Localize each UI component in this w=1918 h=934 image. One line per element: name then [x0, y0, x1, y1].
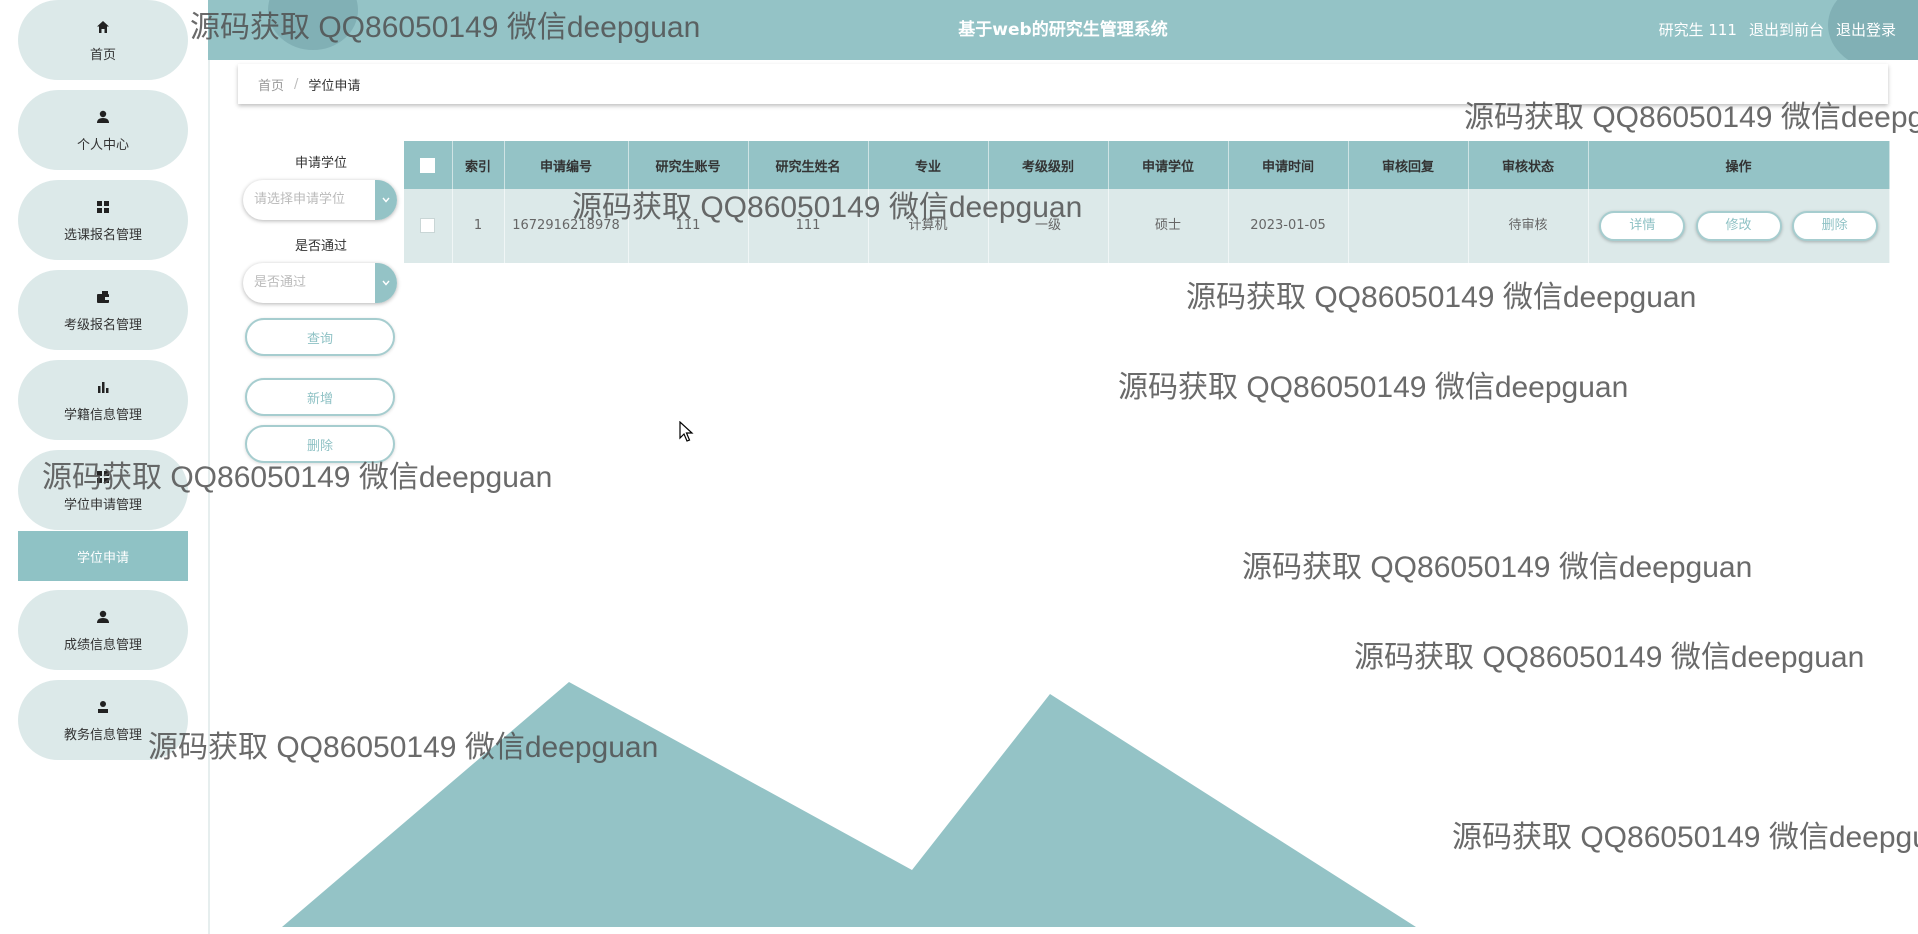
grid-icon [94, 468, 112, 486]
sidebar-item-grades[interactable]: 成绩信息管理 [18, 590, 188, 670]
column-header: 索引 [452, 141, 505, 189]
cell-status: 待审核 [1468, 189, 1589, 263]
cell-degree: 硕士 [1108, 189, 1229, 263]
breadcrumb-separator: / [294, 76, 299, 92]
degree-label: 申请学位 [294, 156, 347, 171]
breadcrumb-home[interactable]: 首页 [258, 75, 284, 94]
sidebar-item-exam-signup[interactable]: 考级报名管理 [18, 270, 188, 350]
column-header: 考级级别 [988, 141, 1109, 189]
sidebar-item-degree-mgmt[interactable]: 学位申请管理 [18, 450, 188, 530]
header-user-area: 研究生 111 退出到前台 退出登录 [1659, 0, 1896, 60]
sidebar-item-label: 考级报名管理 [63, 317, 142, 333]
table-row: 1 1672916218978 111 111 计算机 一级 硕士 2023-0… [404, 189, 1890, 263]
cell-app-no: 1672916218978 [504, 189, 629, 263]
row-select-cell [404, 189, 453, 263]
current-user: 研究生 111 [1658, 21, 1737, 39]
delete-button[interactable]: 删除 [1791, 211, 1878, 241]
to-front-link[interactable]: 退出到前台 [1749, 0, 1824, 60]
cell-time: 2023-01-05 [1228, 189, 1349, 263]
bar-chart-icon [94, 378, 112, 396]
detail-button[interactable]: 详情 [1599, 211, 1686, 241]
column-header: 申请时间 [1228, 141, 1349, 189]
watermark-text: 源码获取 QQ86050149 微信deepguan [1354, 641, 1865, 674]
batch-delete-button[interactable]: 删除 [245, 425, 395, 463]
watermark-text: 源码获取 QQ86050149 微信deepguan [1452, 821, 1918, 854]
chevron-down-icon [375, 180, 397, 220]
column-header: 申请编号 [504, 141, 629, 189]
pass-select[interactable]: 是否通过 [243, 263, 397, 303]
breadcrumb: 首页 / 学位申请 [238, 64, 1888, 104]
degree-application-table: 索引 申请编号 研究生账号 研究生姓名 专业 考级级别 申请学位 申请时间 审核… [404, 141, 1890, 263]
degree-select[interactable]: 请选择申请学位 [243, 180, 397, 220]
column-header: 研究生姓名 [748, 141, 869, 189]
sidebar: 首页 个人中心 选课报名管理 考级报名管理 学籍信息管理 学位申请管理 学位申请 [0, 0, 210, 934]
sidebar-item-academic-affairs[interactable]: 教务信息管理 [18, 680, 188, 760]
sidebar-item-label: 学位申请管理 [63, 497, 142, 513]
sidebar-item-label: 教务信息管理 [63, 727, 142, 743]
sidebar-item-home[interactable]: 首页 [18, 0, 188, 80]
watermark-text: 源码获取 QQ86050149 微信deepguan [148, 731, 659, 764]
watermark-text: 源码获取 QQ86050149 微信deepguan [1242, 551, 1753, 584]
sidebar-subitem-degree-apply[interactable]: 学位申请 [18, 531, 188, 581]
sidebar-item-label: 成绩信息管理 [63, 637, 142, 653]
user-icon [94, 698, 112, 716]
home-icon [94, 18, 112, 36]
sidebar-item-label: 首页 [89, 47, 116, 63]
select-all-checkbox[interactable] [420, 157, 436, 173]
column-header: 审核回复 [1348, 141, 1469, 189]
sidebar-item-label: 选课报名管理 [63, 227, 142, 243]
column-header: 专业 [868, 141, 989, 189]
add-button[interactable]: 新增 [245, 378, 395, 416]
degree-select-placeholder: 请选择申请学位 [254, 192, 346, 207]
cell-account: 111 [628, 189, 749, 263]
cell-index: 1 [452, 189, 505, 263]
watermark-text: 源码获取 QQ86050149 微信deepguan [1118, 371, 1629, 404]
sidebar-item-student-records[interactable]: 学籍信息管理 [18, 360, 188, 440]
user-icon [94, 108, 112, 126]
sidebar-item-label: 个人中心 [76, 137, 129, 153]
logout-link[interactable]: 退出登录 [1836, 0, 1896, 60]
select-all-cell [404, 141, 453, 189]
cell-level: 一级 [988, 189, 1109, 263]
table-header-row: 索引 申请编号 研究生账号 研究生姓名 专业 考级级别 申请学位 申请时间 审核… [404, 141, 1890, 189]
edit-button[interactable]: 修改 [1695, 211, 1782, 241]
cell-reply [1348, 189, 1469, 263]
column-header: 研究生账号 [628, 141, 749, 189]
chevron-down-icon [375, 263, 397, 303]
pass-select-placeholder: 是否通过 [254, 275, 307, 290]
sidebar-item-profile[interactable]: 个人中心 [18, 90, 188, 170]
column-header: 申请学位 [1108, 141, 1229, 189]
query-button[interactable]: 查询 [245, 318, 395, 356]
cell-name: 111 [748, 189, 869, 263]
pass-label: 是否通过 [294, 239, 347, 254]
sidebar-item-label: 学籍信息管理 [63, 407, 142, 423]
cell-actions: 详情 修改 删除 [1588, 189, 1890, 263]
column-header: 审核状态 [1468, 141, 1589, 189]
grid-icon [94, 198, 112, 216]
sidebar-item-course-signup[interactable]: 选课报名管理 [18, 180, 188, 260]
user-icon [94, 608, 112, 626]
row-checkbox[interactable] [420, 218, 436, 233]
cell-major: 计算机 [868, 189, 989, 263]
top-header: 基于web的研究生管理系统 研究生 111 退出到前台 退出登录 [208, 0, 1918, 60]
wallet-icon [94, 288, 112, 306]
watermark-text: 源码获取 QQ86050149 微信deepguan [1186, 281, 1697, 314]
breadcrumb-current: 学位申请 [308, 78, 361, 94]
mouse-cursor-icon [679, 421, 694, 442]
column-header: 操作 [1588, 141, 1890, 189]
